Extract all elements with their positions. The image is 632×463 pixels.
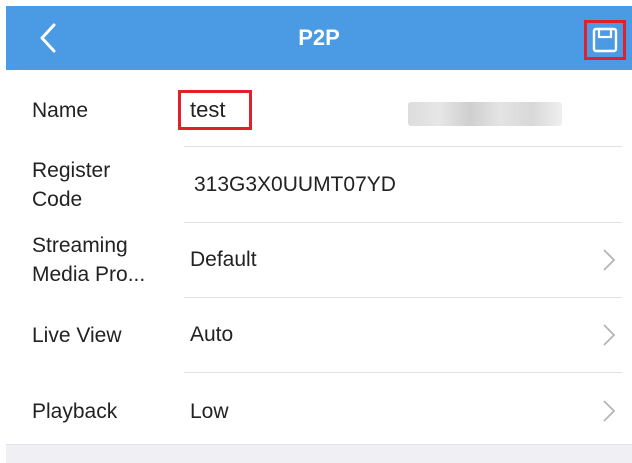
name-label: Name (32, 99, 89, 122)
streaming-label-line1: Streaming (32, 234, 128, 257)
header-bar: P2P (6, 6, 632, 70)
playback-label: Playback (32, 400, 118, 423)
register-code-label-line2: Code (32, 188, 83, 211)
register-code-redaction (408, 102, 562, 126)
register-code-label-line1: Register (32, 159, 111, 182)
name-input[interactable]: test (178, 90, 252, 130)
live-view-value: Auto (190, 323, 234, 346)
back-button[interactable] (28, 18, 68, 58)
chevron-left-icon (40, 23, 56, 53)
list-footer (6, 444, 632, 463)
chevron-right-icon (603, 324, 616, 346)
chevron-right-icon (603, 400, 616, 422)
page-title: P2P (298, 25, 340, 50)
live-view-label: Live View (32, 324, 122, 347)
register-code-value: 313G3X0UUMT07YD (194, 173, 396, 196)
streaming-label-line2: Media Pro... (32, 263, 146, 286)
playback-row[interactable]: Playback Low (6, 372, 632, 444)
floppy-disk-icon (592, 27, 618, 53)
playback-value: Low (190, 400, 229, 423)
save-button[interactable] (584, 20, 626, 60)
register-code-row: Register Code 313G3X0UUMT07YD (6, 147, 632, 223)
chevron-right-icon (603, 249, 616, 271)
streaming-media-profile-row[interactable]: Streaming Media Pro... Default (6, 222, 632, 298)
streaming-value: Default (190, 248, 257, 271)
live-view-row[interactable]: Live View Auto (6, 297, 632, 373)
